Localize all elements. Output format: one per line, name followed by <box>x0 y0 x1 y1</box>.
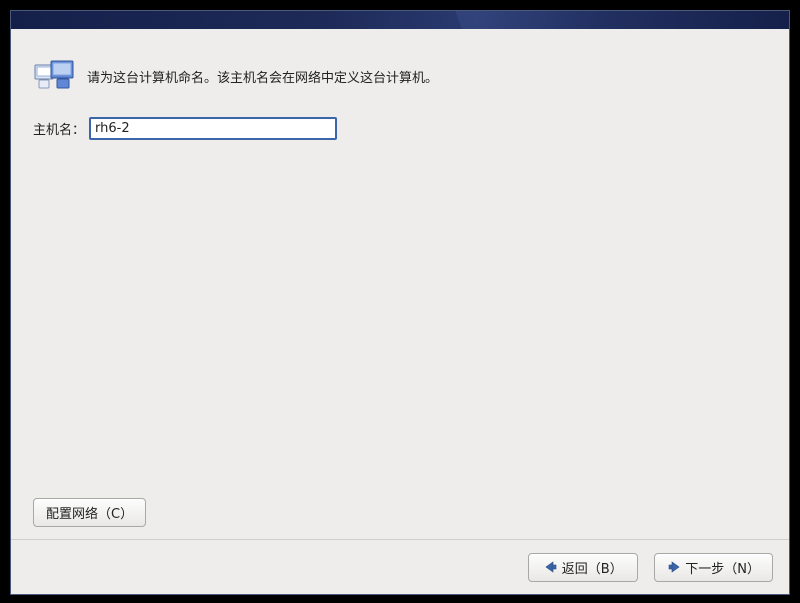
hostname-input[interactable] <box>89 117 337 140</box>
installer-window: 请为这台计算机命名。该主机名会在网络中定义这台计算机。 主机名： 配置网络（C）… <box>10 10 790 595</box>
next-button[interactable]: 下一步（N） <box>654 553 773 582</box>
content-area: 请为这台计算机命名。该主机名会在网络中定义这台计算机。 主机名： 配置网络（C） <box>11 29 789 539</box>
configure-network-label: 配置网络（C） <box>46 503 133 522</box>
header-banner <box>11 11 789 29</box>
config-network-row: 配置网络（C） <box>33 498 767 527</box>
intro-text: 请为这台计算机命名。该主机名会在网络中定义这台计算机。 <box>87 67 438 86</box>
next-label: 下一步（N） <box>685 558 760 577</box>
hostname-row: 主机名： <box>33 117 767 140</box>
arrow-right-icon <box>667 560 681 574</box>
back-button[interactable]: 返回（B） <box>528 553 638 582</box>
configure-network-button[interactable]: 配置网络（C） <box>33 498 146 527</box>
computers-icon <box>33 59 77 93</box>
footer-bar: 返回（B） 下一步（N） <box>11 539 789 594</box>
back-label: 返回（B） <box>562 558 623 577</box>
hostname-label: 主机名： <box>33 119 85 138</box>
arrow-left-icon <box>544 560 558 574</box>
intro-row: 请为这台计算机命名。该主机名会在网络中定义这台计算机。 <box>33 59 767 93</box>
spacer <box>33 140 767 498</box>
